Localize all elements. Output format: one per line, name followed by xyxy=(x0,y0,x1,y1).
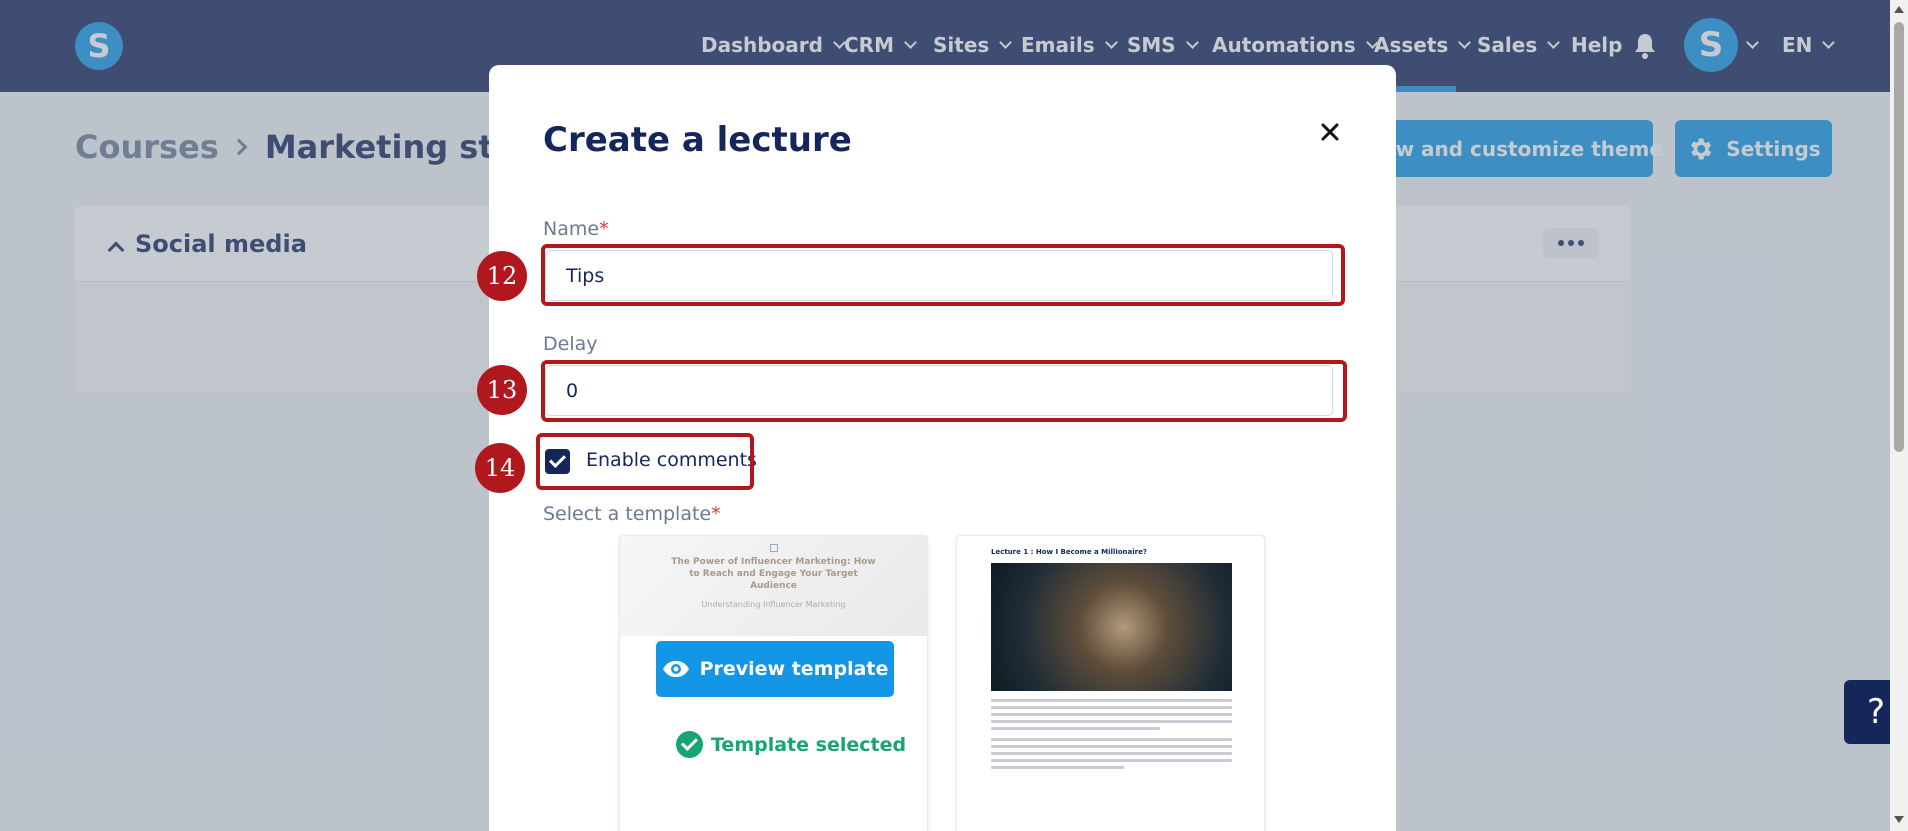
scrollbar[interactable] xyxy=(1890,0,1908,831)
template-thumbnail: The Power of Influencer Marketing: How t… xyxy=(620,536,927,636)
name-label: Name* xyxy=(543,218,609,240)
template-thumb-text xyxy=(991,699,1232,773)
eye-icon xyxy=(662,661,689,677)
annotation-highlight-delay xyxy=(541,360,1347,422)
template-selected-label: Template selected xyxy=(711,733,907,756)
annotation-badge-13: 13 xyxy=(477,365,527,415)
annotation-highlight-comments xyxy=(536,433,754,490)
check-circle-icon xyxy=(676,731,703,758)
required-mark: * xyxy=(711,503,721,525)
template-thumb-title: The Power of Influencer Marketing: How t… xyxy=(671,557,876,591)
close-icon[interactable] xyxy=(1315,117,1345,147)
template-selected-status: Template selected xyxy=(676,731,906,758)
required-mark: * xyxy=(599,218,609,240)
annotation-badge-14: 14 xyxy=(475,443,525,493)
template-thumb-title: Lecture 1 : How I Become a Millionaire? xyxy=(991,548,1147,556)
template-label-text: Select a template xyxy=(543,503,712,525)
template-card-millionaire[interactable]: Lecture 1 : How I Become a Millionaire? xyxy=(956,535,1265,831)
preview-template-button[interactable]: Preview template xyxy=(656,641,894,697)
template-label: Select a template* xyxy=(543,503,721,525)
name-label-text: Name xyxy=(543,218,600,240)
template-logo-icon xyxy=(769,544,778,552)
modal-title: Create a lecture xyxy=(543,120,852,160)
delay-label: Delay xyxy=(543,333,598,355)
template-card-influencer[interactable]: The Power of Influencer Marketing: How t… xyxy=(619,535,928,831)
annotation-highlight-name xyxy=(541,244,1345,306)
scroll-up-icon[interactable] xyxy=(1894,6,1904,13)
scroll-down-icon[interactable] xyxy=(1894,816,1904,823)
annotation-badge-12: 12 xyxy=(477,251,527,301)
preview-template-label: Preview template xyxy=(699,658,889,680)
scrollbar-thumb[interactable] xyxy=(1894,22,1904,452)
template-thumb-image xyxy=(991,563,1232,691)
template-thumb-subtitle: Understanding Influencer Marketing xyxy=(701,600,846,609)
